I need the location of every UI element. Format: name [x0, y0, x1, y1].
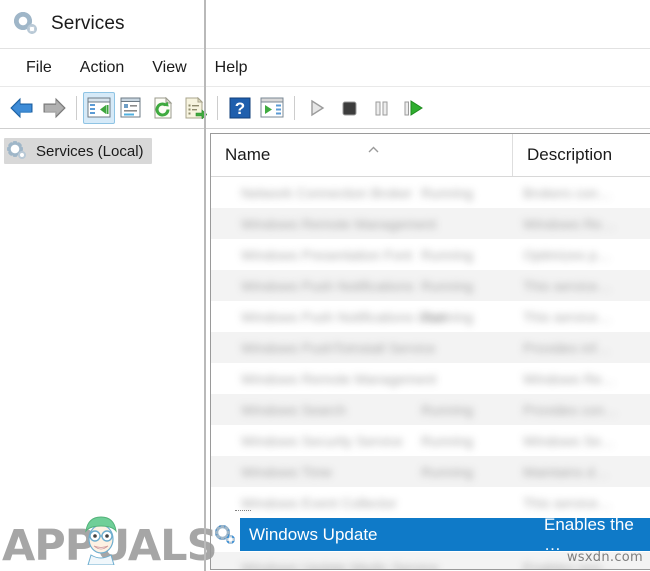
properties-icon[interactable]: [115, 92, 147, 124]
services-list: Name Description Network Connection Brok…: [210, 133, 650, 570]
toolbar-separator: [76, 95, 77, 120]
menu-file[interactable]: File: [14, 56, 64, 80]
back-icon[interactable]: [6, 92, 38, 124]
svg-text:?: ?: [235, 99, 245, 118]
column-header-name-label: Name: [225, 145, 271, 164]
pane-divider[interactable]: [204, 0, 206, 571]
service-name: Windows Update: [249, 524, 378, 544]
focus-indicator: [235, 510, 251, 515]
help-icon[interactable]: ?: [224, 92, 256, 124]
services-rows[interactable]: Network Connection Broker Running Brokers …: [211, 177, 650, 569]
table-row[interactable]: Windows Search Running Provides con…: [211, 394, 650, 425]
table-row[interactable]: Windows Security Service Running Windows S…: [211, 425, 650, 456]
column-header-name[interactable]: Name: [211, 134, 512, 176]
service-description: Enables the …: [544, 514, 634, 554]
services-gear-icon: [215, 524, 237, 546]
show-hide-tree-icon[interactable]: [83, 91, 115, 124]
column-header-row: Name Description: [211, 134, 650, 177]
table-row[interactable]: Windows Time Running Maintains d…: [211, 456, 650, 487]
column-header-description-label: Description: [527, 145, 613, 164]
table-row[interactable]: Windows Event Collector This service…: [211, 487, 650, 518]
table-row[interactable]: Windows Push Notifications Running This se…: [211, 270, 650, 301]
sort-ascending-icon: [368, 138, 379, 153]
sidebar-item-label: Services (Local): [36, 142, 144, 160]
services-list-pane: Name Description Network Connection Brok…: [205, 129, 650, 570]
table-row[interactable]: Windows PushToInstall Service Provides in…: [211, 332, 650, 363]
selection-highlight[interactable]: Windows Update Enables the …: [240, 515, 650, 554]
sidebar-item-services-local[interactable]: Services (Local): [4, 138, 152, 164]
services-window: Services File Action View Help ? Service…: [0, 0, 650, 571]
toolbar: ?: [0, 86, 650, 129]
table-row[interactable]: Windows Presentation Font Running Optimize…: [211, 239, 650, 270]
console-tree-pane: Services (Local): [0, 129, 205, 570]
toolbar-separator: [294, 95, 295, 120]
services-gear-icon: [14, 11, 40, 37]
restart-service-icon[interactable]: [397, 92, 429, 124]
main-content: Services (Local) Name Description Networ…: [0, 129, 650, 570]
refresh-icon[interactable]: [147, 92, 179, 124]
services-gear-icon: [8, 141, 28, 161]
menu-action[interactable]: Action: [68, 56, 136, 80]
start-service-icon[interactable]: [301, 92, 333, 124]
table-row[interactable]: Windows Remote Management Windows Re…: [211, 208, 650, 239]
table-row[interactable]: Windows Remote Management Windows Re…: [211, 363, 650, 394]
menu-bar: File Action View Help: [0, 48, 650, 86]
title-bar: Services: [0, 0, 650, 48]
window-title: Services: [51, 13, 125, 34]
table-row-selected[interactable]: Windows Update Enables the …: [211, 510, 650, 554]
menu-help[interactable]: Help: [203, 56, 260, 80]
wsxdn-watermark: wsxdn.com: [566, 550, 643, 565]
column-header-description[interactable]: Description: [512, 134, 650, 176]
export-list-icon[interactable]: [179, 92, 211, 124]
menu-view[interactable]: View: [140, 56, 198, 80]
pause-service-icon[interactable]: [365, 92, 397, 124]
show-action-pane-icon[interactable]: [256, 92, 288, 124]
table-row[interactable]: Windows Push Notifications User Running Th…: [211, 301, 650, 332]
toolbar-separator: [217, 95, 218, 120]
stop-service-icon[interactable]: [333, 92, 365, 124]
forward-icon[interactable]: [38, 92, 70, 124]
table-row[interactable]: Network Connection Broker Running Brokers …: [211, 177, 650, 208]
